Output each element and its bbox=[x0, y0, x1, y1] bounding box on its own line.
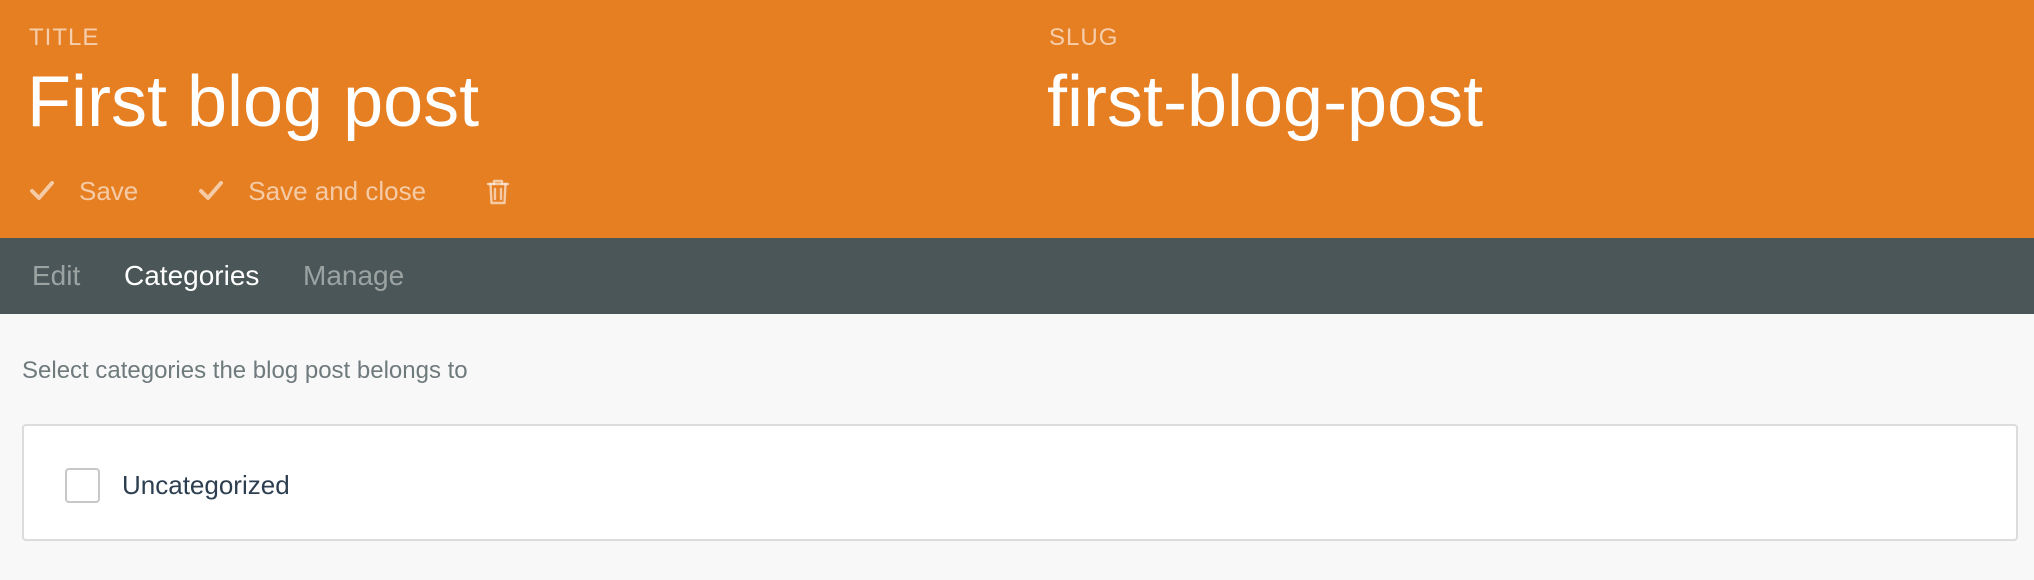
action-bar: Save Save and close bbox=[29, 174, 512, 208]
checkmark-icon bbox=[29, 178, 55, 204]
category-checkbox-uncategorized[interactable] bbox=[65, 468, 100, 503]
tab-categories[interactable]: Categories bbox=[124, 238, 259, 314]
tab-manage[interactable]: Manage bbox=[303, 238, 404, 314]
save-and-close-label: Save and close bbox=[248, 175, 427, 206]
delete-button[interactable] bbox=[486, 178, 512, 205]
save-and-close-button[interactable]: Save and close bbox=[198, 176, 426, 207]
tab-edit[interactable]: Edit bbox=[32, 238, 80, 314]
slug-field[interactable]: first-blog-post bbox=[1047, 66, 1483, 138]
title-label: TITLE bbox=[29, 24, 100, 51]
page-header: TITLE First blog post SLUG first-blog-po… bbox=[0, 0, 2034, 238]
checkmark-icon bbox=[198, 178, 224, 204]
categories-panel: Uncategorized bbox=[22, 424, 2018, 541]
category-label-uncategorized[interactable]: Uncategorized bbox=[122, 470, 290, 501]
tab-bar: Edit Categories Manage bbox=[0, 238, 2034, 314]
trash-icon bbox=[486, 178, 512, 205]
categories-help-text: Select categories the blog post belongs … bbox=[22, 357, 468, 384]
slug-label: SLUG bbox=[1049, 24, 1119, 51]
title-field[interactable]: First blog post bbox=[27, 66, 479, 138]
save-button[interactable]: Save bbox=[29, 176, 138, 207]
save-label: Save bbox=[79, 175, 139, 206]
